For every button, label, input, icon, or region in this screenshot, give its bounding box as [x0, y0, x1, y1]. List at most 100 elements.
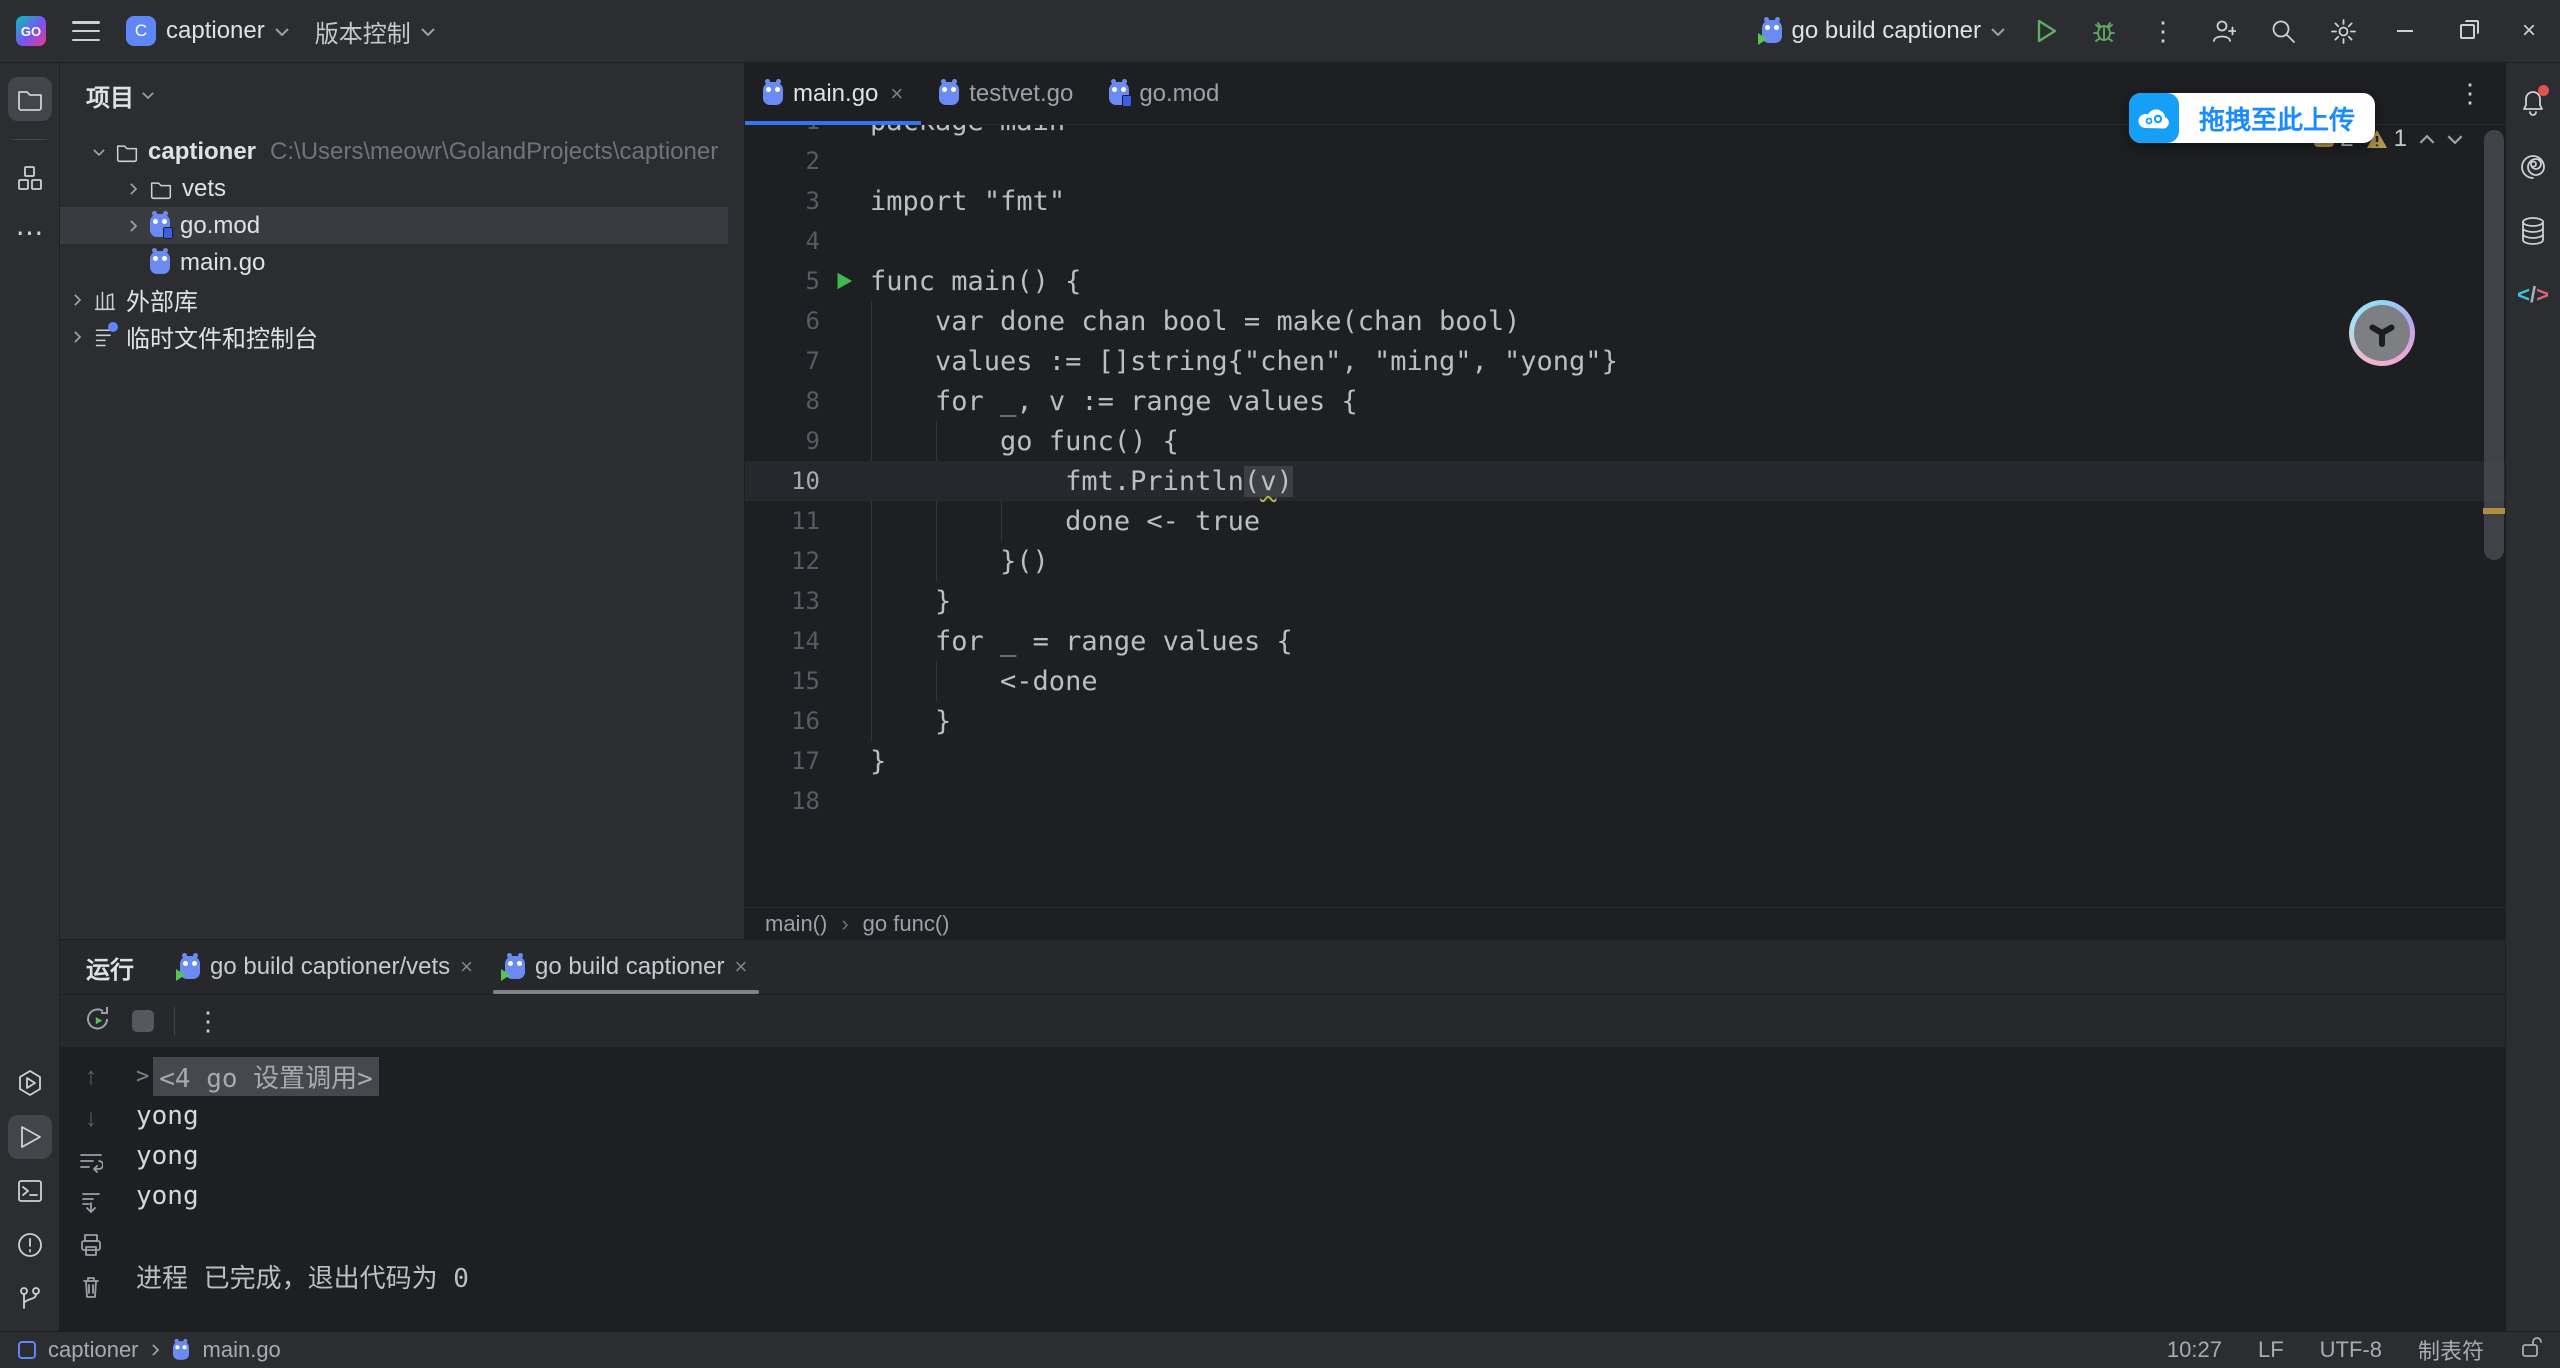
- line-separator[interactable]: LF: [2258, 1337, 2284, 1363]
- line-number[interactable]: 13: [745, 587, 820, 615]
- project-widget[interactable]: C captioner: [126, 16, 289, 46]
- tab-main-go[interactable]: main.go ×: [745, 63, 921, 124]
- status-file-name[interactable]: main.go: [203, 1337, 281, 1363]
- code-line[interactable]: 8 for _, v := range values {: [745, 381, 2505, 421]
- chevron-right-icon[interactable]: [129, 183, 137, 195]
- code-line[interactable]: 14 for _ = range values {: [745, 621, 2505, 661]
- folded-command[interactable]: <4 go 设置调用>: [153, 1057, 379, 1096]
- run-configuration-selector[interactable]: go build captioner: [1748, 9, 2019, 53]
- print-button[interactable]: [74, 1230, 108, 1260]
- terminal-toolwindow-button[interactable]: [8, 1169, 52, 1213]
- run-toolwindow-button[interactable]: [8, 1115, 52, 1159]
- line-number[interactable]: 4: [745, 227, 820, 255]
- run-tab-captioner[interactable]: go build captioner ×: [489, 940, 763, 994]
- line-number[interactable]: 12: [745, 547, 820, 575]
- line-number[interactable]: 14: [745, 627, 820, 655]
- line-number[interactable]: 2: [745, 147, 820, 175]
- rerun-button[interactable]: [84, 1005, 112, 1038]
- search-everywhere-button[interactable]: [2253, 0, 2313, 63]
- clear-console-button[interactable]: [74, 1272, 108, 1302]
- problems-toolwindow-button[interactable]: [8, 1223, 52, 1267]
- editor-scrollbar[interactable]: [2484, 130, 2504, 560]
- code-line[interactable]: 4: [745, 221, 2505, 261]
- breadcrumb-main[interactable]: main(): [765, 911, 827, 937]
- code-line[interactable]: 9 go func() {: [745, 421, 2505, 461]
- previous-problem-button[interactable]: [2419, 134, 2435, 144]
- close-tab-icon[interactable]: ×: [460, 954, 473, 980]
- endpoints-button[interactable]: </>: [2513, 275, 2553, 315]
- services-toolwindow-button[interactable]: [8, 1061, 52, 1105]
- code-with-me-button[interactable]: [2193, 0, 2253, 63]
- close-tab-icon[interactable]: ×: [734, 954, 747, 980]
- code-line[interactable]: 16 }: [745, 701, 2505, 741]
- cursor-position[interactable]: 10:27: [2167, 1337, 2222, 1363]
- line-number[interactable]: 18: [745, 787, 820, 815]
- warning-stripe-mark[interactable]: [2483, 508, 2505, 514]
- line-number[interactable]: 17: [745, 747, 820, 775]
- next-problem-button[interactable]: [2447, 134, 2463, 144]
- code-line[interactable]: 5func main() {: [745, 261, 2505, 301]
- code-line[interactable]: 13 }: [745, 581, 2505, 621]
- indent-style[interactable]: 制表符: [2418, 1334, 2484, 1366]
- ai-assistant-button[interactable]: [2513, 147, 2553, 187]
- restore-button[interactable]: [2436, 0, 2498, 63]
- code-editor[interactable]: 1package main23import "fmt"45func main()…: [745, 125, 2505, 907]
- more-actions-button[interactable]: ⋮: [2133, 0, 2193, 63]
- settings-button[interactable]: [2313, 0, 2374, 63]
- database-button[interactable]: [2513, 211, 2553, 251]
- fold-expand-icon[interactable]: >: [136, 1064, 149, 1089]
- run-button[interactable]: [2019, 0, 2075, 63]
- close-button[interactable]: ×: [2498, 0, 2560, 63]
- code-line[interactable]: 10 fmt.Println(v): [745, 461, 2505, 501]
- code-line[interactable]: 3import "fmt": [745, 181, 2505, 221]
- code-line[interactable]: 6 var done chan bool = make(chan bool): [745, 301, 2505, 341]
- scroll-to-end-button[interactable]: [74, 1188, 108, 1218]
- main-menu-button[interactable]: [72, 21, 100, 41]
- run-panel-title[interactable]: 运行: [86, 940, 134, 994]
- tree-item-maingo[interactable]: main.go: [60, 244, 744, 281]
- line-number[interactable]: 16: [745, 707, 820, 735]
- status-project-name[interactable]: captioner: [48, 1337, 139, 1363]
- line-number[interactable]: 9: [745, 427, 820, 455]
- structure-toolwindow-button[interactable]: [8, 156, 52, 200]
- line-number[interactable]: 15: [745, 667, 820, 695]
- readonly-toggle[interactable]: [2520, 1335, 2542, 1365]
- stop-button[interactable]: [132, 1010, 154, 1032]
- chevron-right-icon[interactable]: [73, 331, 81, 343]
- chevron-right-icon[interactable]: [73, 294, 81, 306]
- chevron-down-icon[interactable]: [93, 148, 105, 156]
- tree-item-captioner[interactable]: captioner C:\Users\meowr\GolandProjects\…: [60, 133, 744, 170]
- git-toolwindow-button[interactable]: [8, 1277, 52, 1321]
- code-line[interactable]: 2: [745, 141, 2505, 181]
- code-line[interactable]: 15 <-done: [745, 661, 2505, 701]
- line-number[interactable]: 6: [745, 307, 820, 335]
- tab-options-button[interactable]: ⋮: [2457, 63, 2505, 124]
- run-console[interactable]: > <4 go 设置调用> yongyongyong 进程 已完成，退出代码为 …: [122, 1048, 2505, 1331]
- netdisk-upload-overlay[interactable]: 拖拽至此上传: [2129, 93, 2375, 143]
- tree-item-scratches[interactable]: 临时文件和控制台: [60, 318, 744, 355]
- notifications-button[interactable]: [2513, 83, 2553, 123]
- tree-item-vets[interactable]: vets: [60, 170, 744, 207]
- tree-item-external-libraries[interactable]: 外部库: [60, 281, 744, 318]
- debug-button[interactable]: [2075, 0, 2133, 63]
- vcs-widget[interactable]: 版本控制: [315, 14, 435, 49]
- line-number[interactable]: 10: [745, 467, 820, 495]
- prev-occurrence-button[interactable]: ↑: [74, 1062, 108, 1092]
- line-number[interactable]: 5: [745, 267, 820, 295]
- breadcrumb-gofunc[interactable]: go func(): [863, 911, 950, 937]
- more-toolwindows-button[interactable]: ⋯: [8, 210, 52, 254]
- next-occurrence-button[interactable]: ↓: [74, 1104, 108, 1134]
- code-line[interactable]: 12 }(): [745, 541, 2505, 581]
- project-panel-header[interactable]: 项目: [60, 71, 744, 119]
- tab-go-mod[interactable]: go.mod: [1091, 63, 1237, 124]
- line-number[interactable]: 7: [745, 347, 820, 375]
- line-number[interactable]: 8: [745, 387, 820, 415]
- project-toolwindow-button[interactable]: [8, 77, 52, 121]
- run-line-gutter-icon[interactable]: [820, 270, 870, 292]
- minimize-button[interactable]: [2374, 0, 2436, 63]
- close-tab-icon[interactable]: ×: [890, 81, 903, 107]
- floating-assistant-ball[interactable]: [2349, 300, 2415, 366]
- tab-testvet-go[interactable]: testvet.go: [921, 63, 1091, 124]
- console-more-button[interactable]: ⋮: [195, 1006, 221, 1037]
- tree-item-gomod[interactable]: go.mod: [60, 207, 728, 244]
